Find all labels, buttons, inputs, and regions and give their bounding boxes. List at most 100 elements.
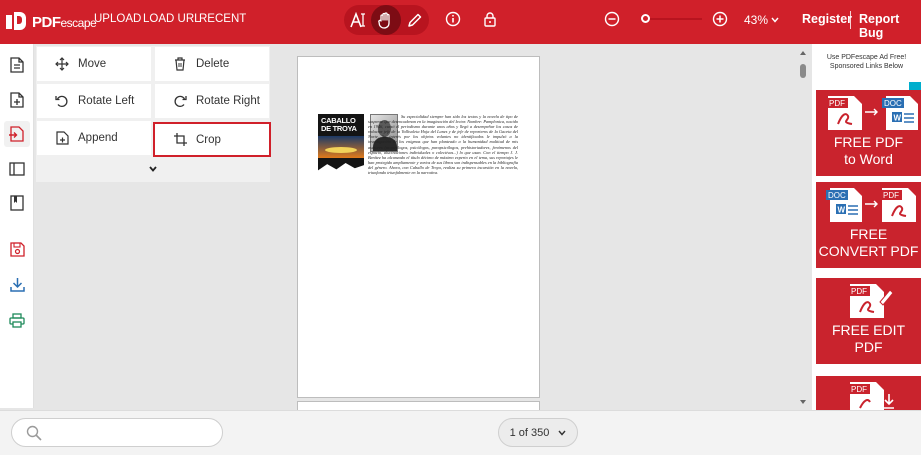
pdf-download-icon: PDF (848, 382, 894, 410)
crop-icon (173, 133, 187, 146)
word-file-icon: DOC W (826, 188, 862, 222)
rotate-right-label: Rotate Right (196, 95, 260, 107)
svg-text:DOC: DOC (884, 99, 902, 108)
zoom-slider-handle[interactable] (641, 14, 650, 23)
expand-panel-icon[interactable] (148, 164, 158, 174)
document-icon (10, 57, 24, 73)
book-cover-image: CABALLO DE TROYA (318, 114, 364, 183)
load-url-link[interactable]: LOAD URL (143, 13, 201, 25)
document-scrollbar[interactable] (798, 50, 810, 410)
pdfescape-logo[interactable]: PDFescape (6, 10, 97, 34)
scroll-up-icon[interactable] (799, 50, 807, 56)
save-icon (9, 241, 25, 257)
delete-page-button[interactable]: Delete (155, 47, 269, 81)
page-tools-panel: Move Delete Rotate Left Rotate Right App… (36, 46, 271, 182)
crop-label: Crop (196, 133, 221, 146)
ad-sidebar: Use PDFescape Ad Free! Sponsored Links B… (812, 44, 921, 410)
pdf-file-icon: PDF (826, 96, 862, 130)
svg-text:DOC: DOC (828, 191, 846, 200)
ad-label: FREE EDIT PDF (831, 322, 906, 355)
zoom-out-icon[interactable] (604, 11, 620, 27)
page-tools-icon (9, 126, 24, 142)
svg-text:PDF: PDF (851, 385, 867, 394)
top-bar: PDFescape UPLOAD LOAD URL RECENT 43% Reg… (0, 0, 921, 44)
page-tools-button[interactable] (4, 121, 30, 147)
search-input[interactable] (11, 418, 223, 447)
arrow-right-icon (865, 108, 878, 116)
download-button[interactable] (4, 271, 30, 297)
sidebar-toggle-button[interactable] (4, 156, 30, 182)
text-tool-button[interactable] (344, 5, 374, 35)
hand-tool-button[interactable] (371, 5, 401, 35)
pdf-edit-icon: PDF (848, 284, 894, 318)
download-icon (9, 277, 25, 292)
word-file-icon: DOC W (882, 96, 918, 130)
append-icon (55, 131, 69, 145)
rotate-right-button[interactable]: Rotate Right (155, 84, 269, 118)
page-count: 1 of 350 (509, 426, 550, 439)
svg-text:PDF: PDF (829, 99, 845, 108)
svg-text:W: W (894, 114, 902, 123)
rotate-right-icon (174, 95, 187, 107)
save-button[interactable] (4, 236, 30, 262)
zoom-slider[interactable] (644, 18, 702, 20)
svg-text:PDF: PDF (883, 191, 899, 200)
zoom-dropdown[interactable]: 43% (744, 13, 779, 27)
ad-label: FREE CONVERT PDF (818, 226, 919, 259)
insert-page-button[interactable] (4, 87, 30, 113)
move-icon (55, 57, 69, 71)
pencil-icon (407, 13, 421, 27)
top-divider (850, 11, 851, 29)
page-navigator[interactable]: 1 of 350 (498, 418, 578, 447)
pdf-page[interactable]: CABALLO DE TROYA Su especialidad siempre… (297, 56, 540, 398)
chevron-down-icon (771, 17, 779, 23)
register-link[interactable]: Register (802, 12, 852, 26)
left-toolbar (0, 44, 34, 408)
ad-pdf-download[interactable]: PDF (816, 376, 921, 410)
append-page-button[interactable]: Append (37, 121, 151, 155)
search-icon (26, 425, 42, 441)
sidebar-icon (9, 162, 25, 176)
print-icon (9, 312, 25, 328)
hand-icon (378, 11, 390, 29)
ad-free-note[interactable]: Use PDFescape Ad Free! Sponsored Links B… (812, 53, 921, 71)
scrollbar-thumb[interactable] (800, 64, 806, 78)
add-page-icon (10, 92, 24, 108)
move-page-button[interactable]: Move (37, 47, 151, 81)
zoom-in-icon[interactable] (712, 11, 728, 27)
trash-icon (175, 57, 185, 71)
ad-edit-pdf[interactable]: PDF FREE EDIT PDF (816, 278, 921, 364)
zoom-value: 43% (744, 13, 769, 27)
draw-tool-button[interactable] (399, 5, 429, 35)
bookmark-button[interactable] (4, 190, 30, 216)
rotate-left-button[interactable]: Rotate Left (37, 84, 151, 118)
scroll-down-icon[interactable] (799, 399, 807, 405)
print-button[interactable] (4, 307, 30, 333)
svg-text:PDF: PDF (851, 287, 867, 296)
bookmark-icon (10, 195, 24, 211)
upload-link[interactable]: UPLOAD (94, 13, 141, 25)
append-label: Append (78, 132, 118, 144)
text-icon (350, 12, 365, 28)
chevron-down-icon (558, 430, 566, 436)
ad-pdf-to-word[interactable]: PDF DOC W FREE PDF to Word (816, 90, 921, 176)
delete-label: Delete (196, 58, 230, 70)
book-cover-title: CABALLO DE TROYA (321, 116, 357, 133)
document-button[interactable] (4, 52, 30, 78)
move-label: Move (78, 58, 107, 70)
rotate-left-label: Rotate Left (78, 95, 135, 107)
lock-icon[interactable] (482, 11, 498, 27)
pdf-file-icon: PDF (880, 188, 916, 222)
ad-convert-pdf[interactable]: DOC W PDF FREE CONVERT PDF (816, 182, 921, 268)
recent-link[interactable]: RECENT (199, 13, 246, 25)
rotate-left-icon (55, 95, 68, 107)
svg-text:W: W (838, 206, 846, 215)
logo-name: PDF (32, 13, 61, 31)
logo-name-sub: escape (60, 15, 97, 30)
report-bug-link[interactable]: Report Bug (859, 12, 921, 40)
info-icon[interactable] (445, 11, 461, 27)
crop-page-button[interactable]: Crop (153, 122, 271, 157)
page-body-text: Su especialidad siempre han sido los tex… (368, 114, 518, 176)
tool-selector (344, 5, 429, 35)
arrow-right-icon (865, 200, 878, 208)
